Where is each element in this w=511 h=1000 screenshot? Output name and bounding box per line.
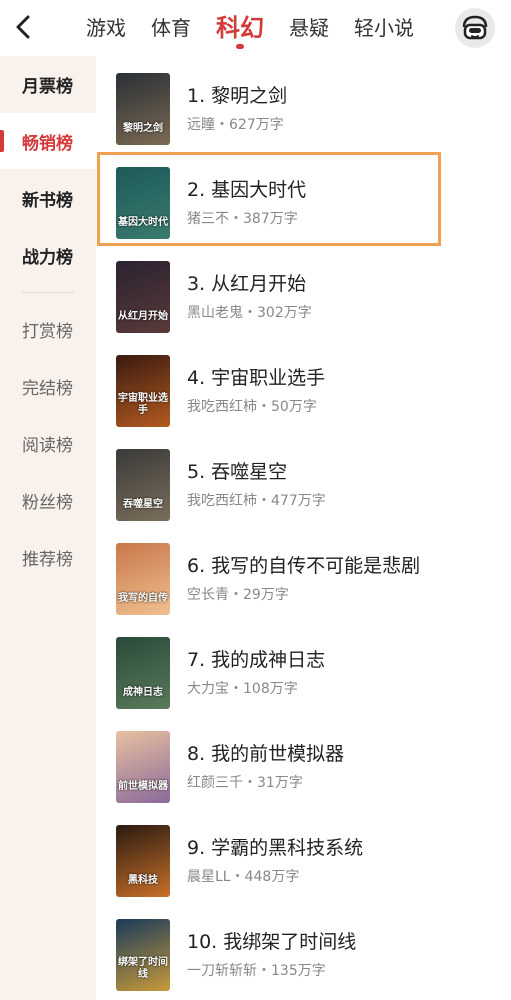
tab-sports[interactable]: 体育 [151, 0, 191, 56]
robot-face-icon [462, 15, 488, 40]
sidebar-item-completed[interactable]: 完结榜 [0, 358, 96, 414]
book-cover: 前世模拟器 [116, 731, 170, 803]
book-cover: 基因大时代 [116, 167, 170, 239]
list-item[interactable]: 从红月开始 3. 从红月开始黑山老鬼・302万字 [96, 244, 511, 338]
sidebar-item-reading[interactable]: 阅读榜 [0, 415, 96, 471]
sidebar-item-bestseller[interactable]: 畅销榜 [0, 113, 96, 169]
back-button[interactable] [10, 12, 38, 42]
list-item[interactable]: 黑科技 9. 学霸的黑科技系统晨星LL・448万字 [96, 808, 511, 902]
book-meta: 我吃西红柿・477万字 [187, 493, 326, 509]
book-cover: 从红月开始 [116, 261, 170, 333]
list-item[interactable]: 前世模拟器 8. 我的前世模拟器红颜三千・31万字 [96, 714, 511, 808]
sidebar-item-reward[interactable]: 打赏榜 [0, 301, 96, 357]
tab-scifi[interactable]: 科幻 [216, 0, 264, 56]
cover-title: 吞噬星空 [123, 499, 163, 510]
cover-title: 黎明之剑 [123, 123, 163, 134]
book-title: 6. 我写的自传不可能是悲剧 [187, 555, 421, 577]
book-cover: 黑科技 [116, 825, 170, 897]
sidebar-item-monthly-ticket[interactable]: 月票榜 [0, 56, 96, 112]
book-meta: 大力宝・108万字 [187, 681, 298, 697]
tab-light-novel[interactable]: 轻小说 [354, 0, 414, 56]
cover-title: 成神日志 [123, 687, 163, 698]
book-cover: 我写的自传 [116, 543, 170, 615]
tab-games[interactable]: 游戏 [86, 0, 126, 56]
category-tabs: 游戏 体育 科幻 悬疑 轻小说 [86, 0, 439, 56]
cover-title: 绑架了时间线 [118, 957, 168, 980]
sidebar-item-recommend[interactable]: 推荐榜 [0, 529, 96, 585]
book-cover: 成神日志 [116, 637, 170, 709]
book-title: 8. 我的前世模拟器 [187, 743, 345, 765]
sidebar-item-fans[interactable]: 粉丝榜 [0, 472, 96, 528]
book-title: 2. 基因大时代 [187, 179, 307, 201]
cover-title: 宇宙职业选手 [118, 393, 168, 416]
book-cover: 黎明之剑 [116, 73, 170, 145]
avatar[interactable] [455, 8, 495, 48]
chevron-left-icon [16, 15, 30, 39]
cover-title: 黑科技 [128, 875, 158, 886]
ranking-sidebar: 月票榜 畅销榜 新书榜 战力榜 打赏榜 完结榜 阅读榜 粉丝榜 推荐榜 [0, 56, 96, 1000]
cover-title: 我写的自传 [118, 593, 168, 604]
cover-title: 从红月开始 [118, 311, 168, 322]
book-meta: 猪三不・387万字 [187, 211, 298, 227]
book-title: 5. 吞噬星空 [187, 461, 288, 483]
top-bar: 游戏 体育 科幻 悬疑 轻小说 [0, 0, 511, 56]
book-cover: 吞噬星空 [116, 449, 170, 521]
book-title: 9. 学霸的黑科技系统 [187, 837, 364, 859]
book-ranking-list: 黎明之剑 1. 黎明之剑远瞳・627万字基因大时代 2. 基因大时代猪三不・387万… [96, 56, 511, 1000]
book-meta: 空长青・29万字 [187, 587, 289, 603]
list-item[interactable]: 绑架了时间线 10. 我绑架了时间线一刀斩斩斩・135万字 [96, 902, 511, 996]
book-meta: 远瞳・627万字 [187, 117, 284, 133]
sidebar-item-new-book[interactable]: 新书榜 [0, 170, 96, 226]
book-meta: 红颜三千・31万字 [187, 775, 303, 791]
tab-suspense[interactable]: 悬疑 [289, 0, 329, 56]
list-item[interactable]: 基因大时代 2. 基因大时代猪三不・387万字 [96, 150, 511, 244]
book-title: 7. 我的成神日志 [187, 649, 326, 671]
book-meta: 晨星LL・448万字 [187, 869, 300, 885]
list-item[interactable]: 吞噬星空 5. 吞噬星空我吃西红柿・477万字 [96, 432, 511, 526]
book-title: 3. 从红月开始 [187, 273, 307, 295]
book-title: 10. 我绑架了时间线 [187, 931, 357, 953]
cover-title: 基因大时代 [118, 217, 168, 228]
book-meta: 一刀斩斩斩・135万字 [187, 963, 326, 979]
list-item[interactable]: 宇宙职业选手 4. 宇宙职业选手我吃西红柿・50万字 [96, 338, 511, 432]
book-title: 1. 黎明之剑 [187, 85, 288, 107]
book-cover: 绑架了时间线 [116, 919, 170, 991]
list-item[interactable]: 黎明之剑 1. 黎明之剑远瞳・627万字 [96, 56, 511, 150]
book-meta: 我吃西红柿・50万字 [187, 399, 317, 415]
book-cover: 宇宙职业选手 [116, 355, 170, 427]
book-meta: 黑山老鬼・302万字 [187, 305, 312, 321]
list-item[interactable]: 成神日志 7. 我的成神日志大力宝・108万字 [96, 620, 511, 714]
sidebar-item-power[interactable]: 战力榜 [0, 227, 96, 283]
book-title: 4. 宇宙职业选手 [187, 367, 326, 389]
list-item[interactable]: 我写的自传 6. 我写的自传不可能是悲剧空长青・29万字 [96, 526, 511, 620]
cover-title: 前世模拟器 [118, 781, 168, 792]
sidebar-divider [22, 292, 74, 293]
